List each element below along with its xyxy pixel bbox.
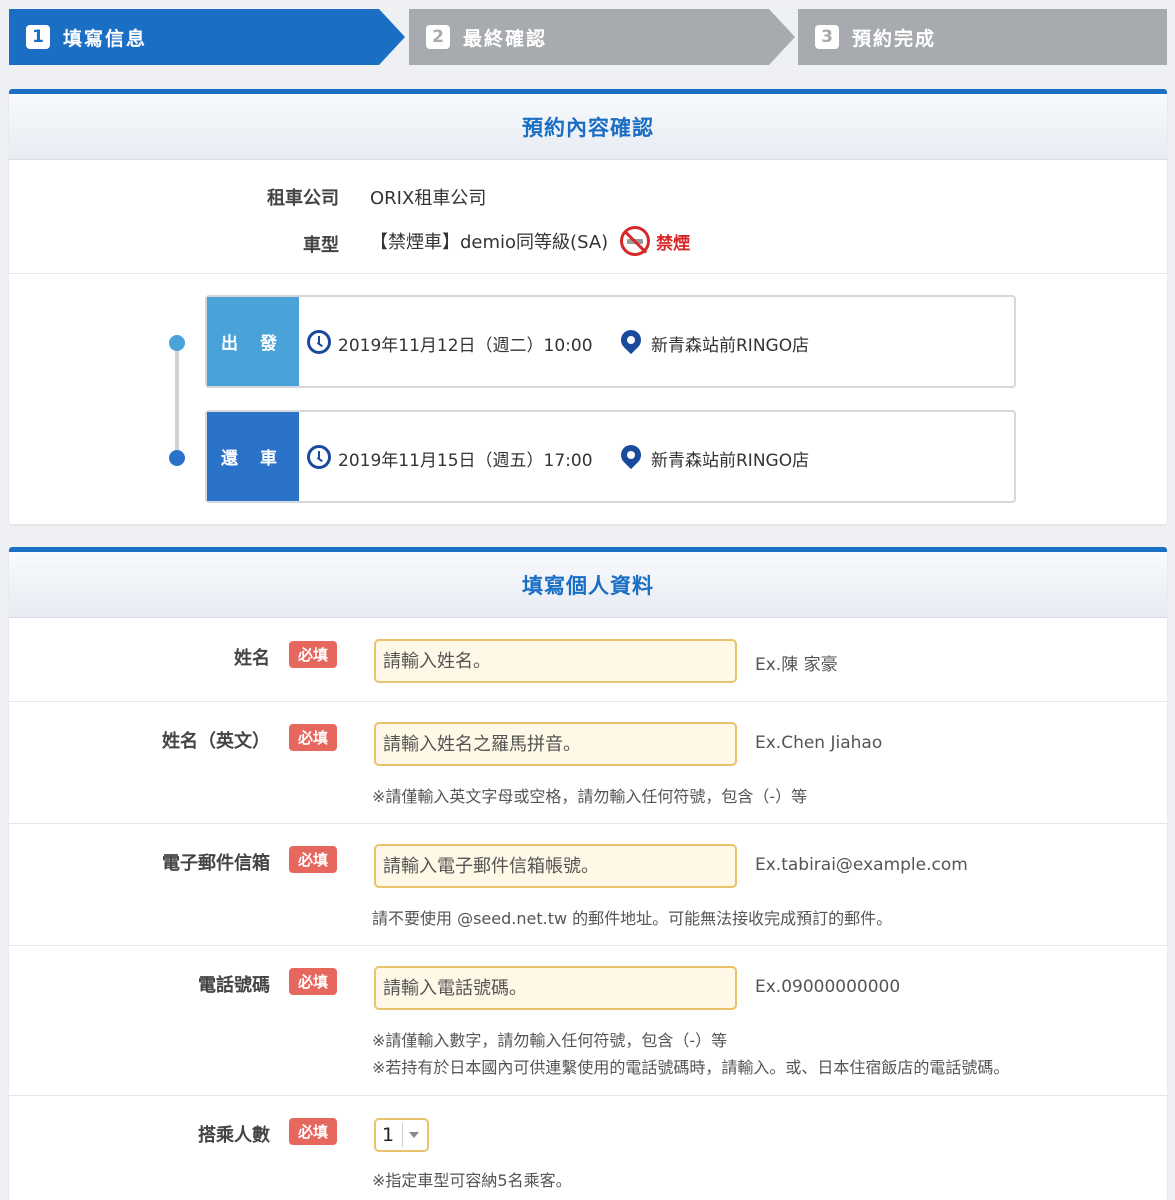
depart-datetime: 2019年11月12日（週二）10:00: [338, 336, 593, 356]
return-box: 還 車 2019年11月15日（週五）17:00 新青森站前RINGO店: [205, 410, 1016, 503]
name-en-input[interactable]: [374, 722, 737, 766]
step-fill-info: 1 填寫信息: [9, 9, 405, 65]
passengers-value: 1: [382, 1124, 395, 1146]
return-dot: [169, 450, 185, 466]
personal-info-card: 填寫個人資料 姓名 必填 Ex.陳 家豪 姓名（英文） 必填 Ex.Chen J…: [9, 547, 1167, 1200]
depart-tag: 出 發: [207, 297, 299, 386]
location-pin-icon: [616, 325, 646, 355]
car-value-row: 【禁煙車】demio同等級(SA) 禁煙: [370, 226, 690, 256]
company-value: ORIX租車公司: [370, 188, 487, 209]
phone-example: Ex.09000000000: [755, 977, 901, 997]
step-number: 2: [426, 25, 450, 49]
return-tag: 還 車: [207, 412, 299, 501]
passengers-note: ※指定車型可容納5名乘客。: [372, 1171, 572, 1190]
phone-input[interactable]: [374, 966, 737, 1010]
clock-icon: [307, 445, 331, 469]
email-note: 請不要使用 @seed.net.tw 的郵件地址。可能無法接收完成預訂的郵件。: [372, 909, 893, 928]
card-title: 填寫個人資料: [522, 573, 654, 598]
passengers-row: 搭乘人數 必填 1 ※指定車型可容納5名乘客。: [9, 1096, 1167, 1200]
email-example: Ex.tabirai@example.com: [755, 855, 968, 875]
name-label: 姓名: [234, 648, 270, 669]
step-number: 1: [26, 25, 50, 49]
phone-label: 電話號碼: [198, 975, 270, 996]
divider: [9, 273, 1167, 274]
step-reservation-complete: 3 預約完成: [798, 9, 1167, 65]
required-badge: 必填: [289, 846, 337, 873]
chevron-down-icon: [409, 1132, 419, 1138]
email-row: 電子郵件信箱 必填 Ex.tabirai@example.com 請不要使用 @…: [9, 824, 1167, 946]
step-label: 最終確認: [463, 27, 548, 50]
name-example: Ex.陳 家豪: [755, 655, 838, 675]
name-row: 姓名 必填 Ex.陳 家豪: [9, 619, 1167, 702]
step-label: 預約完成: [852, 27, 937, 50]
email-input[interactable]: [374, 844, 737, 888]
clock-icon: [307, 330, 331, 354]
reservation-confirm-card: 預約內容確認 租車公司 ORIX租車公司 車型 【禁煙車】demio同等級(SA…: [9, 89, 1167, 524]
no-smoking-label: 禁煙: [656, 233, 691, 254]
required-badge: 必填: [289, 968, 337, 995]
step-label: 填寫信息: [63, 27, 148, 50]
company-label: 租車公司: [267, 188, 339, 209]
progress-steps: 1 填寫信息 2 最終確認 3 預約完成: [9, 9, 1167, 65]
name-input[interactable]: [374, 639, 737, 683]
required-badge: 必填: [289, 724, 337, 751]
name-en-row: 姓名（英文） 必填 Ex.Chen Jiahao ※請僅輸入英文字母或空格，請勿…: [9, 702, 1167, 824]
card-header: 填寫個人資料: [9, 552, 1167, 618]
passengers-label: 搭乘人數: [198, 1125, 270, 1146]
location-pin-icon: [616, 440, 646, 470]
name-en-example: Ex.Chen Jiahao: [755, 733, 883, 753]
phone-note-2: ※若持有於日本國內可供連繫使用的電話號碼時，請輸入。或、日本住宿飯店的電話號碼。: [372, 1058, 1010, 1077]
required-badge: 必填: [289, 1118, 337, 1145]
select-separator: [402, 1123, 403, 1147]
step-number: 3: [815, 25, 839, 49]
depart-location: 新青森站前RINGO店: [651, 336, 810, 356]
card-title: 預約內容確認: [522, 115, 654, 140]
car-value: 【禁煙車】demio同等級(SA): [370, 232, 609, 253]
name-en-label: 姓名（英文）: [162, 731, 270, 752]
no-smoking-icon: [620, 226, 651, 256]
return-datetime: 2019年11月15日（週五）17:00: [338, 451, 593, 471]
card-header: 預約內容確認: [9, 94, 1167, 160]
passengers-select[interactable]: 1: [374, 1118, 429, 1152]
phone-row: 電話號碼 必填 Ex.09000000000 ※請僅輸入數字，請勿輸入任何符號，…: [9, 946, 1167, 1096]
return-location: 新青森站前RINGO店: [651, 451, 810, 471]
car-label: 車型: [303, 235, 339, 256]
depart-box: 出 發 2019年11月12日（週二）10:00 新青森站前RINGO店: [205, 295, 1016, 388]
phone-note-1: ※請僅輸入數字，請勿輸入任何符號，包含（-）等: [372, 1031, 728, 1050]
email-label: 電子郵件信箱: [162, 853, 270, 874]
name-en-note: ※請僅輸入英文字母或空格，請勿輸入任何符號，包含（-）等: [372, 787, 808, 806]
depart-dot: [169, 335, 185, 351]
timeline-line: [175, 343, 179, 458]
step-final-confirm: 2 最終確認: [409, 9, 795, 65]
required-badge: 必填: [289, 641, 337, 668]
